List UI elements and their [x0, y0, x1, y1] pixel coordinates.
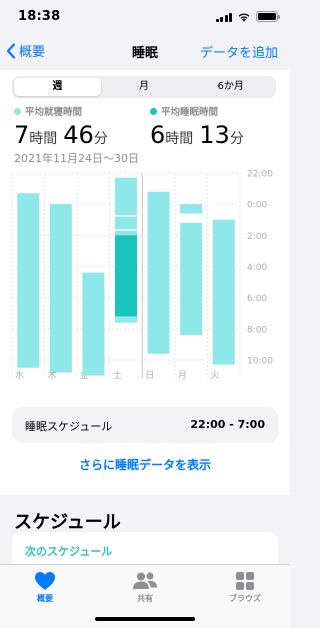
in-bed-bar — [82, 272, 105, 376]
in-bed-legend-dot — [14, 107, 21, 115]
tab-sharing[interactable]: 共有 — [105, 571, 185, 604]
home-indicator — [95, 617, 195, 621]
in-bed-bar — [180, 222, 203, 336]
x-tick-label: 火 — [210, 370, 219, 381]
y-tick-label: 10:00 — [247, 357, 273, 367]
hours-unit: 時間 — [165, 131, 194, 147]
in-bed-bar — [49, 204, 72, 373]
y-tick-label: 6:00 — [247, 294, 267, 304]
in-bed-bar — [212, 219, 235, 365]
tab-summary[interactable]: 概要 — [5, 571, 85, 604]
next-schedule-label: 次のスケジュール — [25, 545, 113, 558]
navigation-bar: 概要 睡眠 データを追加 — [0, 36, 290, 68]
awake-gap — [115, 229, 137, 231]
asleep-bar — [115, 235, 137, 317]
avg-asleep-hours: 6 — [150, 121, 166, 149]
status-bar: 18:38 — [0, 0, 290, 36]
y-tick-label: 0:00 — [247, 201, 267, 211]
awake-gap — [115, 215, 137, 217]
avg-in-bed-minutes: 46 — [63, 121, 94, 149]
y-tick-label: 8:00 — [247, 325, 267, 335]
in-bed-bar — [17, 193, 40, 368]
segment-month[interactable]: 月 — [101, 78, 188, 96]
sleep-schedule-value: 22:00 - 7:00 — [190, 418, 265, 431]
asleep-legend-dot — [150, 107, 157, 115]
in-bed-bar — [180, 204, 203, 214]
segment-week[interactable]: 週 — [14, 78, 101, 96]
cellular-signal-icon — [215, 12, 232, 22]
x-tick-label: 月 — [178, 370, 187, 381]
x-tick-label: 水 — [15, 369, 24, 381]
minutes-unit: 分 — [93, 131, 108, 147]
y-tick-label: 22:00 — [247, 170, 273, 180]
schedule-section-title: スケジュール — [14, 512, 121, 533]
sleep-schedule-row[interactable]: 睡眠スケジュール 22:00 - 7:00 — [12, 407, 278, 443]
heart-icon — [35, 572, 55, 590]
tab-summary-label: 概要 — [37, 594, 53, 603]
x-tick-label: 日 — [145, 370, 154, 381]
x-tick-label: 土 — [113, 369, 122, 381]
wifi-icon — [238, 13, 250, 21]
minutes-unit: 分 — [229, 131, 244, 147]
date-range: 2021年11月24日〜30日 — [14, 152, 139, 165]
y-tick-label: 4:00 — [247, 263, 267, 273]
avg-in-bed-label: 平均就寝時間 — [25, 107, 83, 118]
avg-asleep-metric: 平均睡眠時間 6時間 13分 — [150, 104, 250, 149]
sleep-schedule-label: 睡眠スケジュール — [25, 420, 113, 433]
status-icons — [215, 11, 280, 22]
y-tick-label: 2:00 — [247, 232, 267, 242]
segment-six-months[interactable]: 6か月 — [187, 78, 274, 96]
period-segmented-control: 週 月 6か月 — [12, 76, 276, 98]
people-icon — [133, 572, 157, 589]
sleep-chart[interactable]: 22:00 0:00 2:00 4:00 6:00 8:00 10:00 水木金土日月火 — [0, 165, 290, 395]
avg-asleep-label: 平均睡眠時間 — [161, 107, 219, 118]
tab-sharing-label: 共有 — [137, 594, 153, 603]
avg-in-bed-hours: 7 — [14, 121, 30, 149]
tab-browse[interactable]: ブラウズ — [205, 571, 285, 604]
avg-in-bed-metric: 平均就寝時間 7時間 46分 — [14, 104, 114, 149]
avg-asleep-minutes: 13 — [199, 121, 230, 149]
hours-unit: 時間 — [29, 131, 58, 147]
battery-icon — [256, 11, 280, 22]
status-time: 18:38 — [18, 9, 61, 24]
tab-browse-label: ブラウズ — [229, 594, 261, 603]
grid-icon — [236, 572, 254, 590]
add-data-button[interactable]: データを追加 — [200, 42, 278, 61]
show-more-sleep-data-link[interactable]: さらに睡眠データを表示 — [0, 456, 290, 473]
in-bed-bar — [147, 191, 170, 354]
